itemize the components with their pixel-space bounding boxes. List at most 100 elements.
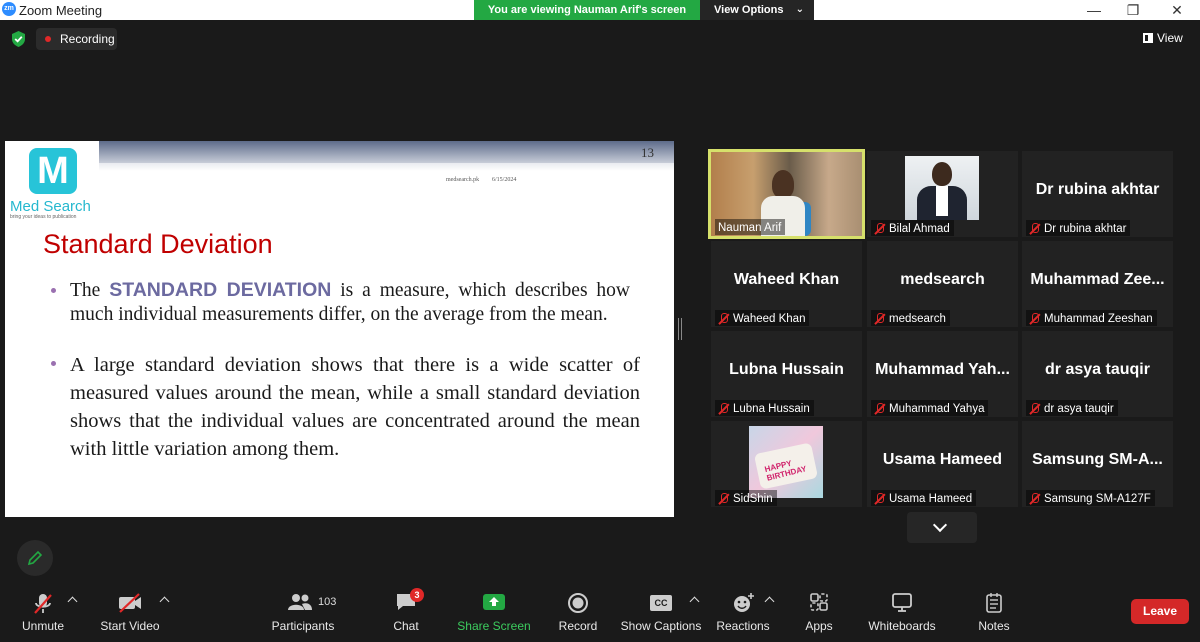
mic-muted-icon bbox=[874, 312, 885, 325]
reactions-smiley-icon bbox=[734, 593, 754, 612]
view-options-button[interactable]: View Options ⌄ bbox=[700, 0, 814, 20]
chevron-down-icon bbox=[932, 517, 948, 533]
participant-display-name: medsearch bbox=[900, 271, 985, 288]
start-video-button[interactable]: Start Video bbox=[95, 583, 165, 642]
participant-display-name: Waheed Khan bbox=[733, 271, 840, 288]
start-video-label: Start Video bbox=[100, 619, 160, 633]
mic-muted-icon bbox=[1029, 402, 1040, 415]
participants-icon bbox=[288, 594, 312, 610]
notes-label: Notes bbox=[978, 619, 1010, 633]
highlight-term: STANDARD DEVIATION bbox=[109, 279, 332, 301]
mic-muted-icon bbox=[718, 492, 729, 505]
participant-display-name: Muhammad Zee... bbox=[1030, 271, 1165, 288]
gallery-next-page-button[interactable] bbox=[907, 512, 977, 543]
security-shield-icon[interactable] bbox=[11, 31, 26, 47]
participant-name-label: Lubna Hussain bbox=[715, 400, 814, 416]
panel-resize-handle[interactable] bbox=[678, 318, 682, 340]
participant-tile[interactable]: dr asya tauqir dr asya tauqir bbox=[1022, 331, 1173, 417]
view-options-label: View Options bbox=[714, 4, 784, 16]
recording-dot-icon bbox=[45, 36, 51, 42]
participant-display-name: Dr rubina akhtar bbox=[1035, 181, 1160, 198]
slide-site: medsearch.pk bbox=[446, 177, 480, 183]
shirt-shape bbox=[936, 186, 948, 216]
unmute-button[interactable]: Unmute bbox=[10, 583, 76, 642]
annotate-button[interactable] bbox=[17, 540, 53, 576]
participant-tile[interactable]: Usama Hameed Usama Hameed bbox=[867, 421, 1018, 507]
mic-muted-icon bbox=[1029, 312, 1040, 325]
share-screen-label: Share Screen bbox=[457, 619, 531, 633]
slide-date: 6/15/2024 bbox=[492, 177, 517, 183]
participant-tile[interactable]: Dr rubina akhtar Dr rubina akhtar bbox=[1022, 151, 1173, 237]
viewing-banner: You are viewing Nauman Arif's screen Vie… bbox=[474, 0, 814, 20]
participant-tile[interactable]: Muhammad Zee... Muhammad Zeeshan bbox=[1022, 241, 1173, 327]
participant-profile-photo: HAPPY BIRTHDAY bbox=[749, 426, 823, 498]
participant-tile[interactable]: Muhammad Yah... Muhammad Yahya bbox=[867, 331, 1018, 417]
chat-label: Chat bbox=[393, 619, 419, 633]
participant-display-name: Samsung SM-A... bbox=[1032, 451, 1163, 468]
participant-tile[interactable]: medsearch medsearch bbox=[867, 241, 1018, 327]
record-label: Record bbox=[558, 619, 598, 633]
whiteboards-button[interactable]: Whiteboards bbox=[864, 583, 940, 642]
share-screen-button[interactable]: Share Screen bbox=[456, 583, 532, 642]
maximize-button[interactable]: ❐ bbox=[1113, 0, 1153, 20]
video-off-icon bbox=[119, 593, 141, 613]
mic-muted-icon bbox=[874, 222, 885, 235]
view-layout-button[interactable]: View bbox=[1143, 31, 1183, 45]
apps-button[interactable]: Apps bbox=[800, 583, 838, 642]
slide-page-number: 13 bbox=[641, 145, 654, 160]
bullet-dot-icon bbox=[51, 361, 56, 366]
leave-meeting-button[interactable]: Leave bbox=[1131, 599, 1189, 624]
pencil-icon bbox=[27, 550, 43, 566]
participants-label: Participants bbox=[271, 619, 335, 633]
slide-header-shadow bbox=[99, 163, 674, 171]
participant-name-label: Nauman Arif bbox=[715, 219, 786, 235]
participant-name-label: Usama Hameed bbox=[871, 490, 977, 506]
participant-tile[interactable]: Lubna Hussain Lubna Hussain bbox=[711, 331, 862, 417]
participant-display-name: Muhammad Yah... bbox=[875, 361, 1010, 378]
participant-tile[interactable]: Samsung SM-A... Samsung SM-A127F bbox=[1022, 421, 1173, 507]
notes-icon bbox=[986, 593, 1002, 613]
participant-tile[interactable]: HAPPY BIRTHDAY SidShin bbox=[711, 421, 862, 507]
mic-muted-icon bbox=[718, 402, 729, 415]
view-label: View bbox=[1157, 31, 1183, 45]
minimize-button[interactable]: — bbox=[1074, 0, 1114, 20]
recording-label: Recording bbox=[60, 32, 115, 46]
notes-button[interactable]: Notes bbox=[972, 583, 1016, 642]
participant-name-label: SidShin bbox=[715, 490, 777, 506]
window-title: Zoom Meeting bbox=[19, 3, 103, 18]
participant-name-label: Samsung SM-A127F bbox=[1026, 490, 1155, 506]
close-window-button[interactable]: ✕ bbox=[1157, 0, 1197, 20]
participant-name-label: Waheed Khan bbox=[715, 310, 810, 326]
slide-bullet: A large standard deviation shows that th… bbox=[51, 351, 640, 463]
gallery-view-icon bbox=[1143, 33, 1153, 43]
participant-name-label: medsearch bbox=[871, 310, 950, 326]
mic-muted-icon bbox=[1029, 492, 1040, 505]
recording-indicator[interactable]: Recording bbox=[36, 28, 117, 50]
mic-muted-icon bbox=[1029, 222, 1040, 235]
participant-tile-active-speaker[interactable]: Nauman Arif bbox=[708, 149, 865, 239]
participants-button[interactable]: Participants bbox=[266, 583, 340, 642]
participant-name-label: Dr rubina akhtar bbox=[1026, 220, 1131, 236]
reactions-button[interactable]: Reactions bbox=[714, 583, 772, 642]
participants-count: 103 bbox=[318, 596, 337, 608]
participant-tile[interactable]: Bilal Ahmad bbox=[867, 151, 1018, 237]
whiteboard-icon bbox=[892, 593, 912, 612]
unmute-label: Unmute bbox=[21, 619, 65, 633]
participant-tile[interactable]: Waheed Khan Waheed Khan bbox=[711, 241, 862, 327]
record-icon bbox=[568, 593, 588, 613]
mic-muted-icon bbox=[874, 402, 885, 415]
shared-screen-slide: 13 medsearch.pk 6/15/2024 M Med Search b… bbox=[5, 141, 674, 517]
person-head-shape bbox=[772, 170, 794, 198]
participant-name-label: Muhammad Zeeshan bbox=[1026, 310, 1157, 326]
mic-muted-icon bbox=[34, 594, 52, 614]
show-captions-button[interactable]: CC Show Captions bbox=[620, 583, 702, 642]
viewing-screen-text: You are viewing Nauman Arif's screen bbox=[474, 0, 700, 20]
meeting-toolbar: Unmute Start Video Participants Chat Sha bbox=[0, 583, 1200, 642]
chat-button[interactable]: Chat bbox=[380, 583, 432, 642]
participant-name-label: dr asya tauqir bbox=[1026, 400, 1118, 416]
logo-name: Med Search bbox=[10, 198, 91, 215]
record-button[interactable]: Record bbox=[553, 583, 603, 642]
slide-title: Standard Deviation bbox=[43, 229, 273, 259]
closed-captions-icon: CC bbox=[650, 595, 672, 611]
participant-display-name: dr asya tauqir bbox=[1045, 361, 1150, 378]
